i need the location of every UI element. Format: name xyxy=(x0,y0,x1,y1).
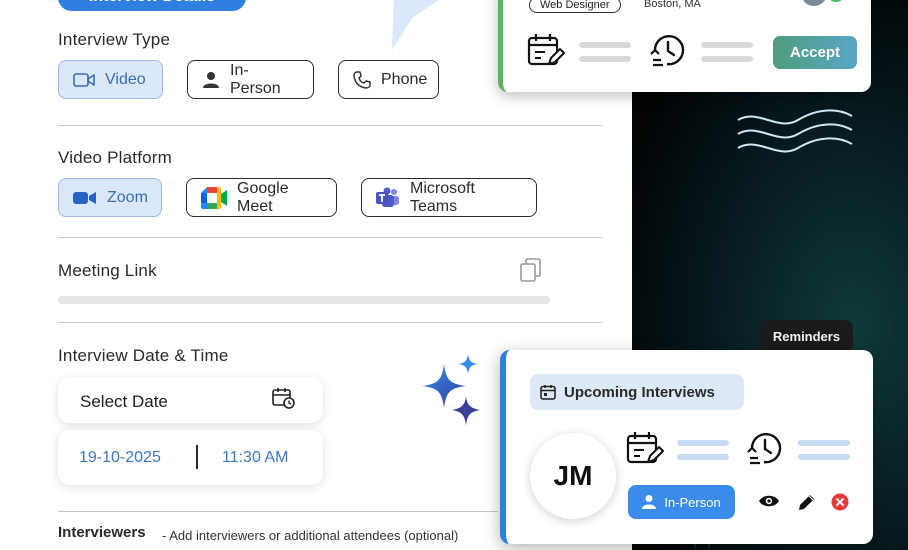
divider xyxy=(58,125,602,126)
calendar-edit-icon xyxy=(527,34,565,66)
option-video[interactable]: Video xyxy=(58,60,163,99)
calendar-edit-icon xyxy=(626,432,664,464)
role-tag: Web Designer xyxy=(529,0,621,13)
delete-icon[interactable] xyxy=(831,493,849,511)
placeholder-bar xyxy=(798,440,850,446)
video-platform-title: Video Platform xyxy=(58,148,172,167)
placeholder-bar xyxy=(701,56,753,62)
option-in-person[interactable]: In-Person xyxy=(187,60,314,99)
placeholder-bar xyxy=(579,56,631,62)
placeholder-bar xyxy=(798,454,850,460)
time-value: 11:30 AM xyxy=(222,449,289,466)
edit-pencil-icon[interactable] xyxy=(798,493,816,511)
interviewers-title: Interviewers xyxy=(58,524,146,541)
platform-microsoft-teams[interactable]: Microsoft Teams xyxy=(361,178,537,217)
placeholder-bar xyxy=(701,42,753,48)
section-header-pill: Interview Details xyxy=(58,0,246,11)
interviewers-hint: - Add interviewers or additional attende… xyxy=(162,528,459,543)
in-person-badge[interactable]: In-Person xyxy=(628,485,735,519)
date-time-separator xyxy=(196,445,198,469)
candidate-avatar: JM xyxy=(530,433,616,519)
teams-icon xyxy=(376,187,399,207)
divider xyxy=(58,322,602,323)
wave-lines-decoration xyxy=(737,109,853,153)
cursor-pointer-icon xyxy=(392,0,439,50)
in-person-badge-label: In-Person xyxy=(664,494,721,510)
option-in-person-label: In-Person xyxy=(230,61,281,97)
upcoming-interviews-header[interactable]: Upcoming Interviews xyxy=(530,374,744,410)
online-status-dot xyxy=(825,0,847,4)
candidate-accept-card: Web Designer Boston, MA Accept xyxy=(498,0,871,92)
option-video-label: Video xyxy=(105,70,146,88)
placeholder-bar xyxy=(677,454,729,460)
meeting-link-input[interactable] xyxy=(58,296,550,304)
placeholder-bar xyxy=(579,42,631,48)
meeting-link-title: Meeting Link xyxy=(58,261,157,280)
select-date-field[interactable]: Select Date xyxy=(58,377,323,423)
upcoming-interviews-title: Upcoming Interviews xyxy=(564,383,715,401)
platform-microsoft-teams-label: Microsoft Teams xyxy=(410,179,475,215)
calendar-clock-icon[interactable] xyxy=(271,386,295,410)
platform-zoom-label: Zoom xyxy=(107,188,148,206)
select-date-label: Select Date xyxy=(80,392,168,411)
accept-button[interactable]: Accept xyxy=(773,36,857,69)
date-value: 19-10-2025 xyxy=(79,449,161,466)
sparkle-icon xyxy=(422,354,480,426)
placeholder-bar xyxy=(677,440,729,446)
person-icon xyxy=(203,71,219,88)
platform-google-meet-label: Google Meet xyxy=(237,179,289,215)
calendar-icon xyxy=(540,385,556,400)
reminders-chip[interactable]: Reminders xyxy=(760,320,853,352)
eye-icon[interactable] xyxy=(758,494,780,508)
divider xyxy=(58,511,498,512)
divider xyxy=(58,237,602,238)
platform-zoom[interactable]: Zoom xyxy=(58,178,162,217)
date-time-display[interactable]: 19-10-2025 11:30 AM xyxy=(58,430,323,485)
phone-icon xyxy=(353,70,371,89)
interview-type-title: Interview Type xyxy=(58,30,171,49)
upcoming-interviews-card: Upcoming Interviews JM In-Person xyxy=(500,350,873,544)
zoom-icon xyxy=(73,191,96,204)
date-time-title: Interview Date & Time xyxy=(58,346,229,365)
history-clock-icon xyxy=(650,34,685,67)
history-clock-icon xyxy=(747,432,782,465)
avatar xyxy=(801,0,827,6)
copy-icon[interactable] xyxy=(520,258,542,282)
person-icon xyxy=(642,495,657,509)
option-phone-label: Phone xyxy=(381,70,428,88)
platform-google-meet[interactable]: Google Meet xyxy=(186,178,337,217)
location-text: Boston, MA xyxy=(644,0,701,10)
video-camera-icon xyxy=(73,72,95,87)
google-meet-icon xyxy=(201,186,227,209)
option-phone[interactable]: Phone xyxy=(338,60,439,99)
